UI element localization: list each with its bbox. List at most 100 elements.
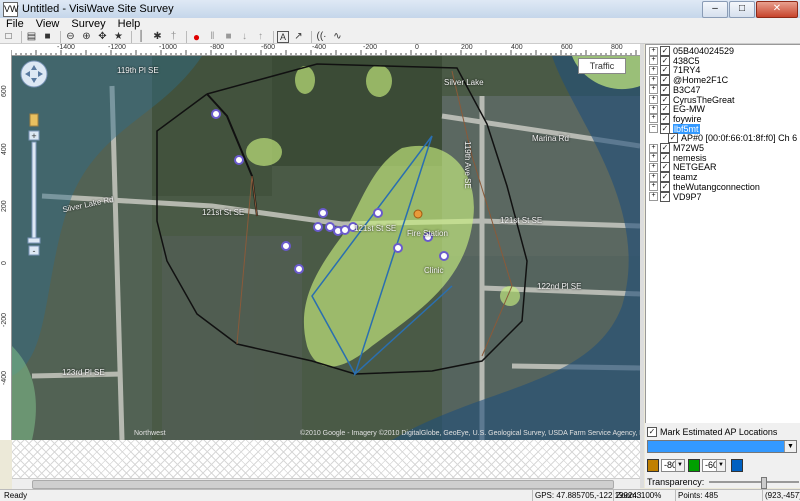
pan-icon[interactable]: ✥ [96, 31, 109, 43]
ap-checkbox[interactable]: ✓ [660, 143, 670, 153]
ap-tree-item[interactable]: + ✓ 05B404024529 [649, 46, 734, 56]
expand-icon[interactable]: + [649, 153, 658, 163]
save-icon[interactable]: ■ [41, 31, 54, 43]
pegman-icon[interactable] [29, 113, 39, 127]
ap-tree-item[interactable]: + ✓ M72W5 [649, 143, 704, 153]
step-icon[interactable]: ↓ [238, 31, 251, 43]
upload-icon[interactable]: ↑ [254, 31, 267, 43]
ap-tree-item[interactable]: + ✓ 438C5 [649, 55, 700, 66]
close-button[interactable]: ✕ [756, 1, 798, 18]
menu-file[interactable]: File [0, 18, 30, 30]
ap-checkbox[interactable]: ✓ [660, 152, 670, 163]
expand-icon[interactable]: + [649, 162, 658, 172]
ap-tree-item[interactable]: + ✓ 71RY4 [649, 65, 700, 76]
ap-tree-item[interactable]: + ✓ B3C47 [649, 84, 701, 95]
zoom-out-icon[interactable]: ⊖ [64, 31, 77, 43]
ap-tree-item[interactable]: + ✓ teamz [649, 172, 698, 183]
ruler-top-label: -1200 [108, 44, 126, 51]
splitter[interactable] [640, 44, 644, 488]
ap-tree-item[interactable]: + ✓ nemesis [649, 152, 707, 163]
ap-checkbox[interactable]: ✓ [660, 162, 670, 173]
transparency-slider[interactable] [709, 477, 800, 489]
ruler-top-label: -1400 [57, 44, 75, 51]
ap-tree-item[interactable]: − ✓ lbf5mt [649, 123, 700, 134]
collapse-icon[interactable]: − [649, 124, 658, 134]
wave-icon[interactable]: ∿ [331, 31, 344, 43]
runner-icon[interactable]: † [167, 31, 180, 43]
expand-icon[interactable]: + [649, 192, 658, 201]
ap-name-label: @Home2F1C [673, 75, 729, 86]
expand-icon[interactable]: + [649, 114, 658, 124]
mark-ap-checkbox[interactable]: ✓ [647, 427, 657, 437]
stop-icon[interactable]: ■ [222, 31, 235, 43]
ap-name-label: NETGEAR [673, 162, 717, 173]
map-canvas[interactable]: + - [12, 56, 640, 440]
pin-icon[interactable]: ★ [112, 31, 125, 43]
ap-child-item[interactable]: ✓ AP#0 [00:0f:66:01:8f:f0] Ch 6 [668, 133, 797, 144]
scrollbar-thumb[interactable] [32, 480, 614, 489]
ap-tree-item[interactable]: + ✓ CyrusTheGreat [649, 94, 735, 105]
menu-survey[interactable]: Survey [65, 18, 111, 30]
zoom-in-icon[interactable]: ⊕ [80, 31, 93, 43]
ap-checkbox[interactable]: ✓ [660, 123, 670, 134]
maximize-button[interactable]: □ [729, 1, 755, 18]
pause-icon[interactable]: ‖ [206, 31, 219, 43]
expand-icon[interactable]: + [649, 172, 658, 182]
zoom-slider-thumb[interactable] [27, 237, 41, 244]
color-scheme-select[interactable]: ▼ [647, 440, 797, 453]
traffic-button[interactable]: Traffic [578, 58, 626, 74]
expand-icon[interactable]: + [649, 65, 658, 75]
ap-tree-panel[interactable]: + ✓ 05B404024529 + ✓ 438C5 + ✓ 71RY4 + ✓ @Home2F1C +… [645, 44, 800, 424]
ap-tree-item[interactable]: + ✓ @Home2F1C [649, 75, 729, 86]
ap-checkbox[interactable]: ✓ [660, 172, 670, 183]
ap-checkbox[interactable]: ✓ [660, 94, 670, 105]
high-dbm-select[interactable]: -60 ▼ [702, 459, 726, 472]
ruler-top-label: 600 [561, 44, 573, 51]
new-document-icon[interactable]: □ [2, 31, 15, 43]
ap-tree-item[interactable]: + ✓ VD9P7 [649, 191, 702, 202]
minimize-button[interactable]: – [702, 1, 728, 18]
expand-icon[interactable]: + [649, 95, 658, 104]
slider-knob[interactable] [761, 477, 768, 489]
expand-icon[interactable]: + [649, 182, 658, 192]
app-icon: VW [3, 2, 19, 17]
low-color-swatch[interactable] [647, 459, 659, 472]
expand-icon[interactable]: + [649, 75, 658, 85]
ap-checkbox[interactable]: ✓ [660, 104, 670, 115]
open-folder-icon[interactable]: ▤ [25, 31, 38, 43]
high-color-swatch[interactable] [731, 459, 743, 472]
ap-checkbox[interactable]: ✓ [660, 84, 670, 95]
ap-tree-item[interactable]: + ✓ EG-MW [649, 104, 705, 115]
text-icon[interactable]: A [277, 30, 289, 43]
map-pan-control[interactable] [20, 60, 48, 88]
record-icon[interactable]: ● [190, 31, 203, 43]
ap-checkbox[interactable]: ✓ [660, 75, 670, 86]
ap-checkbox[interactable]: ✓ [660, 55, 670, 66]
walk-survey-icon[interactable]: │ [135, 31, 148, 43]
expand-icon[interactable]: + [649, 143, 658, 153]
ap-checkbox[interactable]: ✓ [660, 191, 670, 202]
expand-icon[interactable]: + [649, 104, 658, 114]
ap-tree-item[interactable]: + ✓ foywire [649, 113, 702, 124]
expand-icon[interactable]: + [649, 46, 658, 56]
mid-color-swatch[interactable] [688, 459, 700, 472]
low-dbm-select[interactable]: -80 ▼ [661, 459, 685, 472]
menu-help[interactable]: Help [112, 18, 147, 30]
horizontal-scrollbar[interactable] [12, 478, 640, 489]
ap-tree-item[interactable]: + ✓ NETGEAR [649, 162, 717, 173]
signal-icon[interactable]: ((· [315, 31, 328, 43]
ap-child-checkbox[interactable]: ✓ [668, 133, 678, 144]
expand-icon[interactable]: + [649, 85, 658, 95]
menu-view[interactable]: View [30, 18, 66, 30]
ap-checkbox[interactable]: ✓ [660, 46, 670, 56]
ap-checkbox[interactable]: ✓ [660, 181, 670, 192]
survey-map[interactable]: + - Silver Lake Rd 121st St SE 121st St … [12, 56, 640, 440]
expand-icon[interactable]: + [649, 56, 658, 66]
person-icon[interactable]: ✱ [151, 31, 164, 43]
ap-checkbox[interactable]: ✓ [660, 113, 670, 124]
ap-tree-item[interactable]: + ✓ theWutangconnection [649, 181, 760, 192]
chevron-down-icon[interactable]: ▼ [784, 441, 796, 452]
ap-checkbox[interactable]: ✓ [660, 65, 670, 76]
status-ready: Ready [4, 491, 28, 500]
graph-icon[interactable]: ↗ [292, 31, 305, 43]
